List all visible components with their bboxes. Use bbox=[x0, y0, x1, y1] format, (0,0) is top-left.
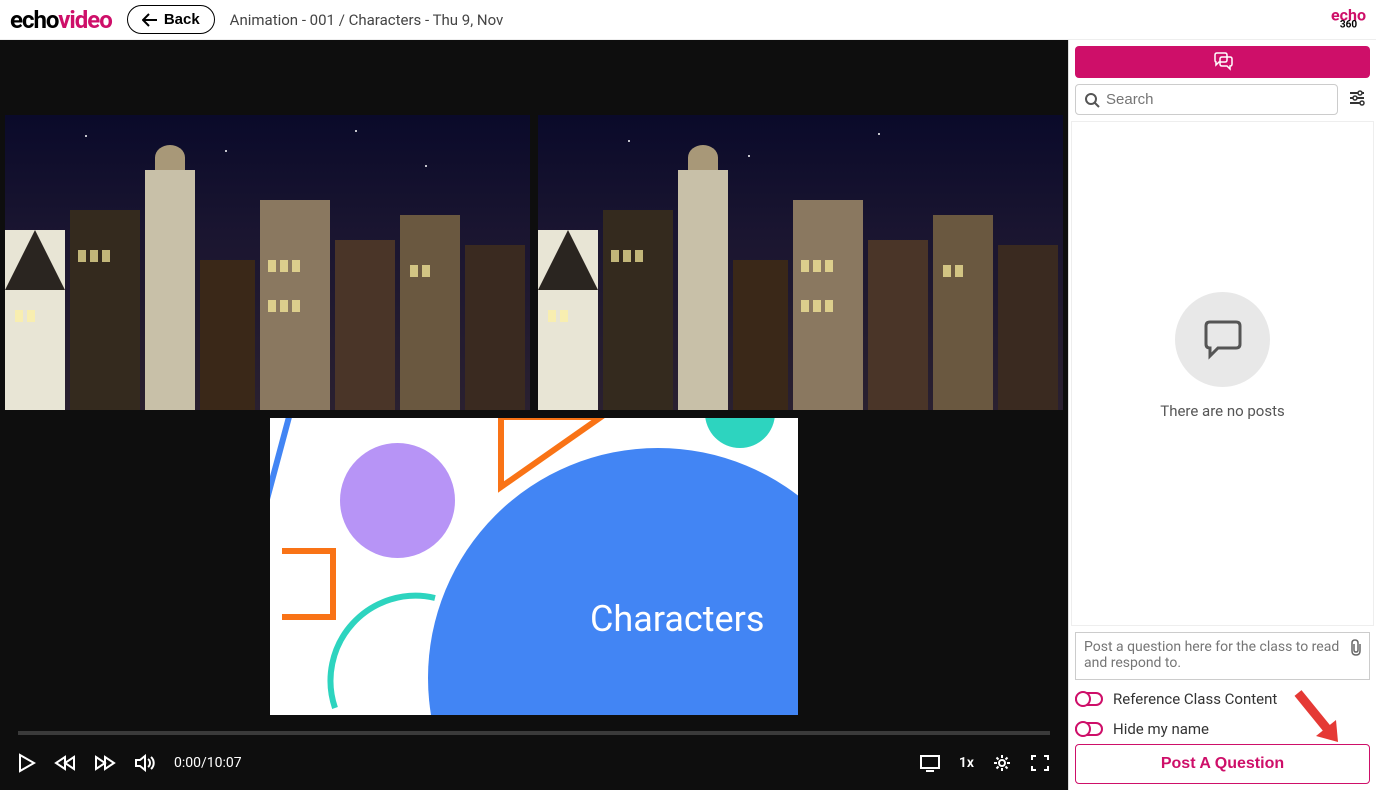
rewind-icon[interactable] bbox=[54, 755, 76, 771]
time-display: 0:00/10:07 bbox=[174, 755, 242, 771]
brand-logo: echo 360 bbox=[1331, 9, 1366, 30]
slide-source[interactable]: Characters bbox=[270, 418, 798, 715]
hide-name-toggle[interactable] bbox=[1075, 722, 1103, 736]
back-label: Back bbox=[164, 11, 200, 28]
discussion-tab[interactable] bbox=[1075, 46, 1370, 78]
logo: echovideo bbox=[10, 6, 112, 34]
video-area: Characters 0:00/10:07 1x bbox=[0, 40, 1068, 790]
volume-icon[interactable] bbox=[134, 754, 156, 772]
fullscreen-icon[interactable] bbox=[1030, 754, 1050, 772]
breadcrumb: Animation - 001 / Characters - Thu 9, No… bbox=[230, 11, 504, 29]
empty-state: There are no posts bbox=[1072, 292, 1373, 420]
chat-icon bbox=[1212, 52, 1234, 72]
search-input[interactable] bbox=[1106, 91, 1329, 108]
search-icon bbox=[1084, 92, 1100, 108]
empty-text: There are no posts bbox=[1072, 402, 1373, 420]
speed-button[interactable]: 1x bbox=[959, 755, 974, 771]
main: Characters 0:00/10:07 1x bbox=[0, 40, 1376, 790]
header: echovideo Back Animation - 001 / Charact… bbox=[0, 0, 1376, 40]
filter-button[interactable] bbox=[1344, 86, 1370, 114]
search-box[interactable] bbox=[1075, 84, 1338, 115]
arrow-left-icon bbox=[142, 13, 158, 27]
filter-icon bbox=[1348, 90, 1366, 106]
paperclip-icon bbox=[1348, 638, 1364, 656]
settings-icon[interactable] bbox=[992, 753, 1012, 773]
attach-button[interactable] bbox=[1348, 638, 1364, 660]
video-content[interactable]: Characters bbox=[0, 40, 1068, 731]
reference-content-toggle[interactable] bbox=[1075, 692, 1103, 706]
video-controls: 0:00/10:07 1x bbox=[0, 735, 1068, 790]
hide-name-label: Hide my name bbox=[1113, 720, 1209, 738]
reference-content-label: Reference Class Content bbox=[1113, 690, 1277, 708]
slide-title: Characters bbox=[590, 598, 764, 640]
posts-list[interactable]: There are no posts bbox=[1071, 121, 1374, 626]
sources-icon[interactable] bbox=[919, 754, 941, 772]
discussion-sidebar: There are no posts Reference Class Conte… bbox=[1068, 40, 1376, 790]
post-question-button[interactable]: Post A Question bbox=[1075, 744, 1370, 784]
forward-icon[interactable] bbox=[94, 755, 116, 771]
compose-area: Reference Class Content Hide my name Pos… bbox=[1069, 626, 1376, 790]
video-source-1[interactable] bbox=[5, 115, 530, 410]
speech-bubble-icon bbox=[1200, 320, 1246, 360]
question-input[interactable] bbox=[1075, 632, 1370, 680]
back-button[interactable]: Back bbox=[127, 5, 215, 34]
video-source-2[interactable] bbox=[538, 115, 1063, 410]
play-icon[interactable] bbox=[18, 753, 36, 773]
